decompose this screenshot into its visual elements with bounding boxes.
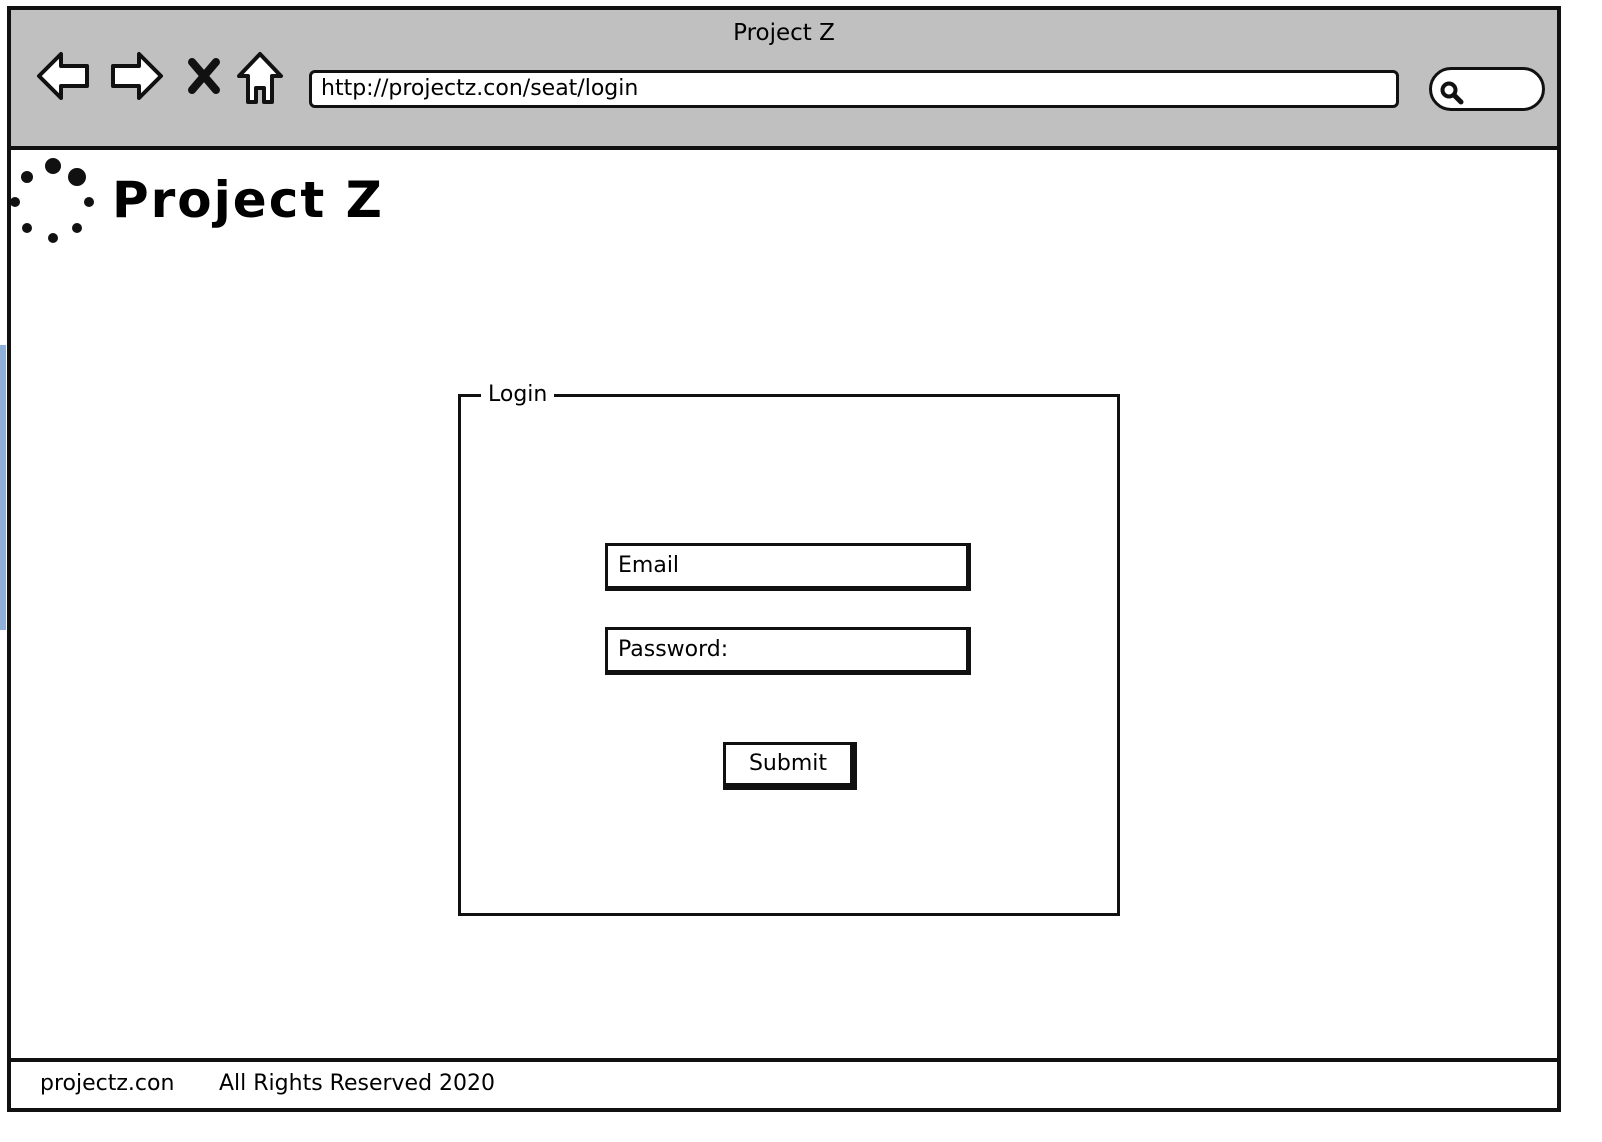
browser-window: Project Z http://projectz.con/seat/login	[7, 6, 1561, 1112]
email-field[interactable]: Email	[605, 543, 971, 591]
address-bar[interactable]: http://projectz.con/seat/login	[309, 70, 1399, 108]
browser-search-field[interactable]	[1429, 67, 1545, 111]
search-icon	[1440, 81, 1464, 105]
brand-title: Project Z	[112, 171, 384, 229]
background-strip	[0, 345, 6, 630]
browser-toolbar: Project Z http://projectz.con/seat/login	[11, 10, 1557, 150]
loading-dots-icon	[11, 158, 94, 243]
back-arrow-icon[interactable]	[35, 48, 93, 104]
forward-arrow-icon[interactable]	[107, 48, 165, 104]
home-icon[interactable]	[235, 50, 285, 106]
login-legend: Login	[481, 380, 555, 410]
footer-copyright: All Rights Reserved 2020	[219, 1071, 496, 1096]
footer: projectz.con All Rights Reserved 2020	[11, 1058, 1557, 1108]
login-panel: Login Email Password: Submit	[458, 380, 1120, 916]
password-field[interactable]: Password:	[605, 627, 971, 675]
submit-button[interactable]: Submit	[723, 742, 857, 790]
stop-icon[interactable]	[187, 58, 221, 94]
footer-site: projectz.con	[40, 1071, 175, 1096]
window-title: Project Z	[733, 20, 835, 46]
